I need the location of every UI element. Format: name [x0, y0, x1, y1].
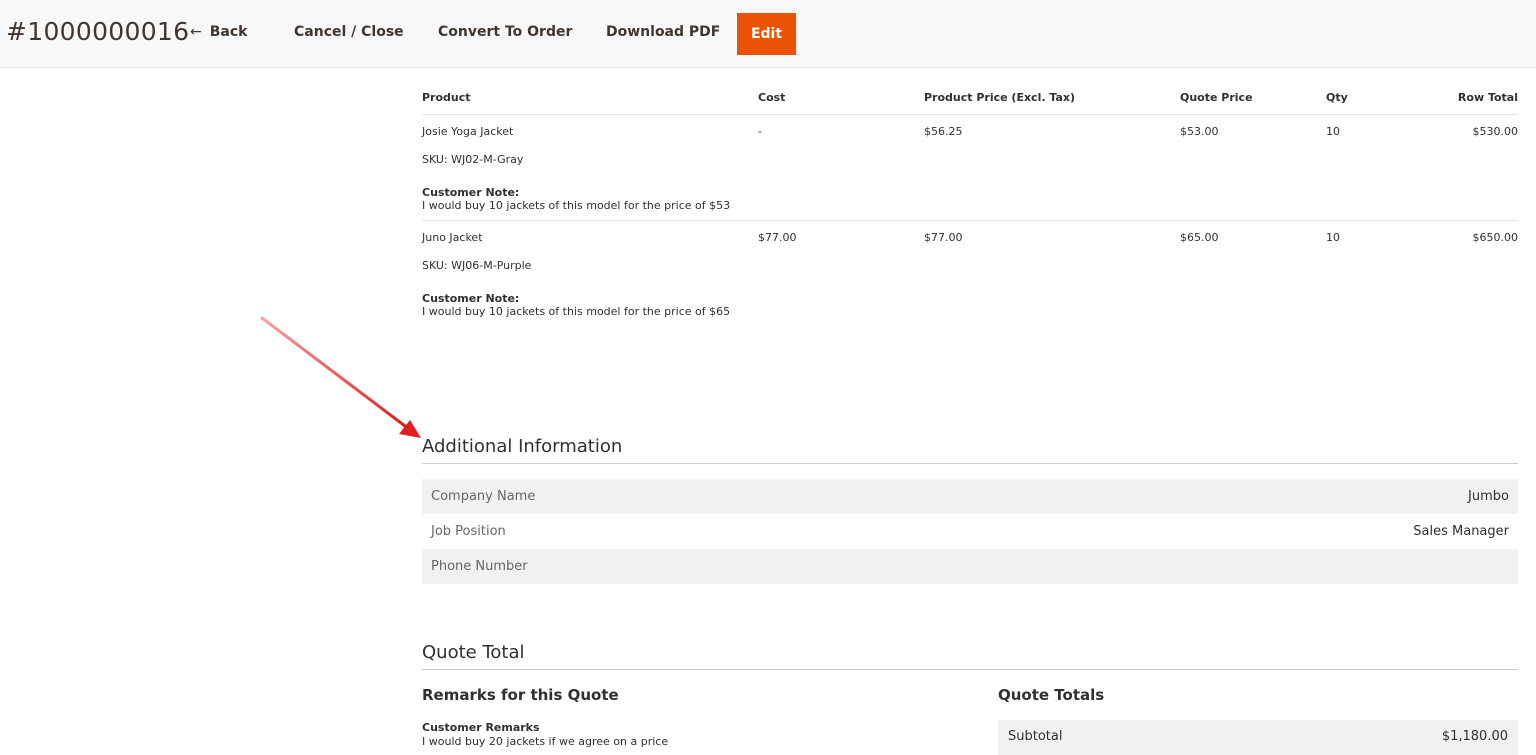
customer-note-label: Customer Note: — [422, 292, 520, 305]
customer-remarks-label: Customer Remarks — [422, 721, 540, 734]
info-value: Sales Manager — [1413, 524, 1509, 539]
subtotal-label: Subtotal — [1008, 729, 1063, 744]
convert-to-order-button[interactable]: Convert To Order — [438, 24, 572, 40]
annotation-arrow-head — [399, 420, 421, 438]
row-total-cell: $650.00 — [1472, 231, 1519, 244]
additional-information-title: Additional Information — [422, 436, 1518, 464]
table-row: Josie Yoga Jacket SKU: WJ02-M-Gray Custo… — [422, 114, 1518, 221]
quote-number-title: #1000000016 — [6, 17, 190, 46]
page-toolbar: #1000000016 ← Back Cancel / Close Convert… — [0, 0, 1536, 68]
info-label: Company Name — [431, 489, 536, 504]
table-row: Juno Jacket SKU: WJ06-M-Purple Customer … — [422, 221, 1518, 327]
additional-information-table: Company Name Jumbo Job Position Sales Ma… — [422, 479, 1518, 584]
quote-price-cell: $65.00 — [1180, 231, 1219, 244]
info-row-phone-number: Phone Number — [422, 549, 1518, 584]
info-row-company-name: Company Name Jumbo — [422, 479, 1518, 514]
col-header-product: Product — [422, 80, 758, 115]
info-row-job-position: Job Position Sales Manager — [422, 514, 1518, 549]
quote-items-table-wrapper: Product Cost Product Price (Excl. Tax) Q… — [422, 80, 1518, 326]
customer-note-text: I would buy 10 jackets of this model for… — [422, 305, 731, 318]
download-pdf-button[interactable]: Download PDF — [606, 24, 720, 40]
qty-cell: 10 — [1326, 231, 1340, 244]
col-header-quote-price: Quote Price — [1180, 80, 1326, 115]
subtotal-row: Subtotal $1,180.00 — [998, 720, 1518, 755]
remarks-title: Remarks for this Quote — [422, 686, 619, 704]
quote-items-table: Product Cost Product Price (Excl. Tax) Q… — [422, 80, 1518, 326]
cancel-close-button[interactable]: Cancel / Close — [294, 24, 404, 40]
qty-cell: 10 — [1326, 114, 1416, 221]
table-header-row: Product Cost Product Price (Excl. Tax) Q… — [422, 80, 1518, 115]
annotation-arrow-shaft — [260, 316, 407, 428]
product-price-cell: $77.00 — [924, 231, 963, 244]
customer-remarks-text: I would buy 20 jackets if we agree on a … — [422, 735, 669, 748]
cost-cell: $77.00 — [758, 231, 797, 244]
product-cell: Juno Jacket SKU: WJ06-M-Purple Customer … — [422, 221, 758, 327]
cost-cell: - — [758, 114, 924, 221]
col-header-cost: Cost — [758, 80, 924, 115]
product-price-cell: $56.25 — [924, 114, 1180, 221]
product-name: Juno Jacket — [422, 231, 483, 244]
quote-price-cell: $53.00 — [1180, 114, 1326, 221]
arrow-left-icon: ← — [190, 24, 202, 40]
info-label: Phone Number — [431, 559, 528, 574]
product-sku: SKU: WJ06-M-Purple — [422, 259, 532, 272]
product-sku: SKU: WJ02-M-Gray — [422, 153, 524, 166]
subtotal-value: $1,180.00 — [1441, 729, 1508, 744]
back-button-label: Back — [209, 24, 248, 40]
customer-note-text: I would buy 10 jackets of this model for… — [422, 199, 731, 212]
info-label: Job Position — [431, 524, 506, 539]
edit-button[interactable]: Edit — [737, 13, 796, 55]
product-cell: Josie Yoga Jacket SKU: WJ02-M-Gray Custo… — [422, 114, 758, 221]
col-header-row-total: Row Total — [1416, 80, 1518, 115]
customer-note-label: Customer Note: — [422, 186, 520, 199]
row-total-cell: $530.00 — [1416, 114, 1518, 221]
quote-totals-title: Quote Totals — [998, 686, 1105, 704]
back-button[interactable]: ← Back — [190, 24, 247, 40]
product-name: Josie Yoga Jacket — [422, 125, 514, 138]
col-header-product-price: Product Price (Excl. Tax) — [924, 80, 1180, 115]
info-value: Jumbo — [1468, 489, 1509, 504]
col-header-qty: Qty — [1326, 80, 1416, 115]
quote-total-title: Quote Total — [422, 642, 1518, 670]
